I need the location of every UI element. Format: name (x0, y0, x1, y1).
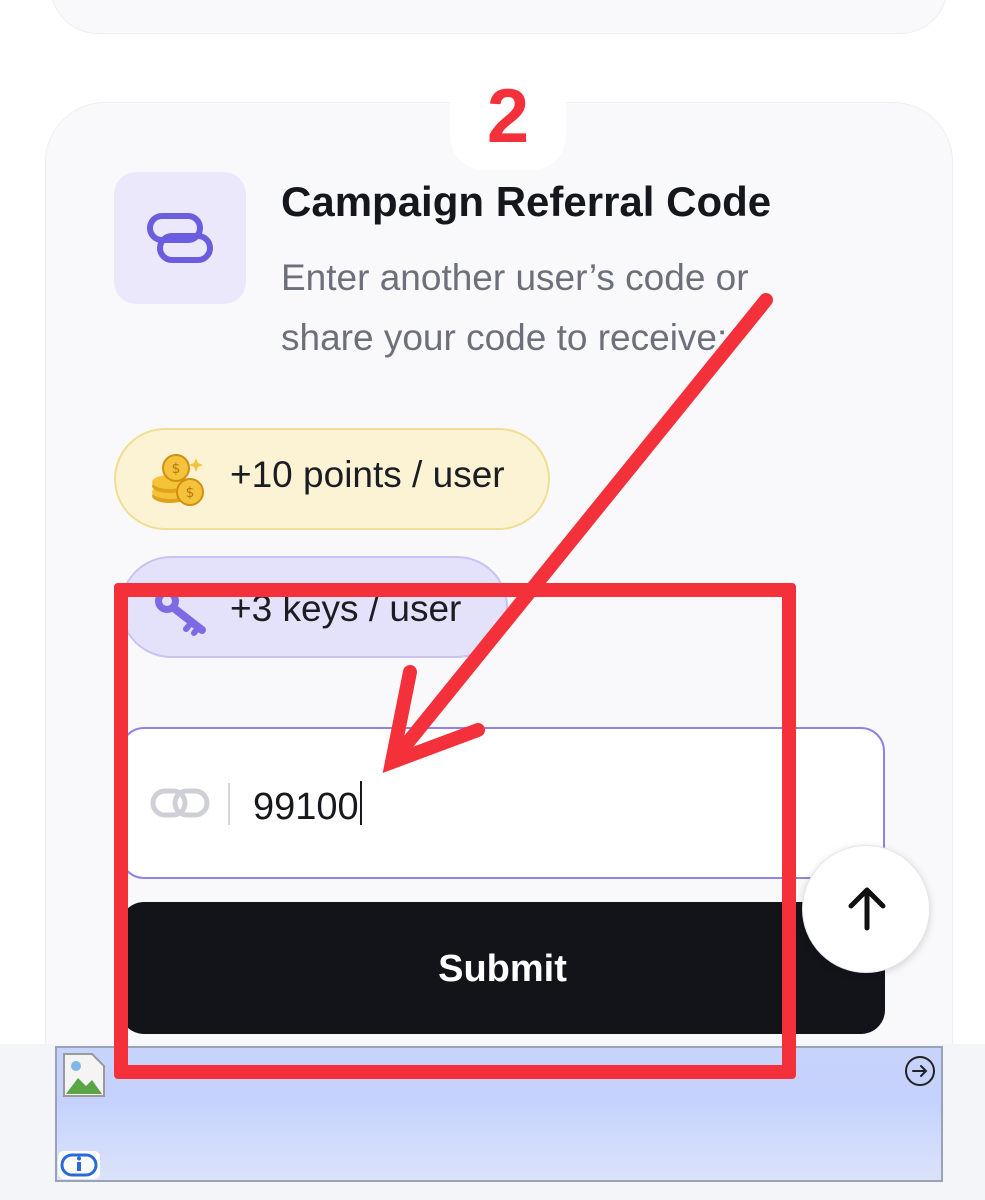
reward-points-badge: $ $ +10 points / user (114, 428, 550, 530)
referral-code-value[interactable]: 99100 (253, 781, 362, 829)
link-chain-icon (147, 213, 213, 263)
page: 2 Campaign Referral Code Enter another u… (0, 0, 985, 1200)
link-icon (150, 786, 210, 825)
info-icon[interactable] (57, 1150, 101, 1185)
reward-keys-badge: +3 keys / user (120, 556, 508, 658)
reward-points-label: +10 points / user (230, 454, 505, 495)
svg-text:$: $ (186, 485, 195, 501)
previous-card (50, 0, 948, 34)
referral-icon-box (114, 172, 246, 304)
coins-icon: $ $ (148, 452, 208, 517)
broken-image-icon (62, 1052, 106, 1103)
referral-description: Enter another user’s code or share your … (281, 257, 749, 358)
step-number: 2 (486, 74, 530, 159)
referral-code-input[interactable]: 99100 (120, 727, 885, 879)
arrow-up-icon (848, 887, 886, 931)
text-caret (359, 781, 362, 825)
svg-text:$: $ (172, 461, 181, 477)
scroll-to-top-button[interactable] (802, 845, 930, 973)
reward-keys-label: +3 keys / user (230, 588, 462, 629)
arrow-right-circle-icon[interactable] (903, 1054, 937, 1093)
key-icon (152, 586, 210, 641)
submit-button[interactable]: Submit (120, 902, 885, 1034)
ad-banner[interactable] (55, 1046, 943, 1182)
input-separator (228, 783, 230, 825)
referral-title: Campaign Referral Code (281, 178, 772, 225)
